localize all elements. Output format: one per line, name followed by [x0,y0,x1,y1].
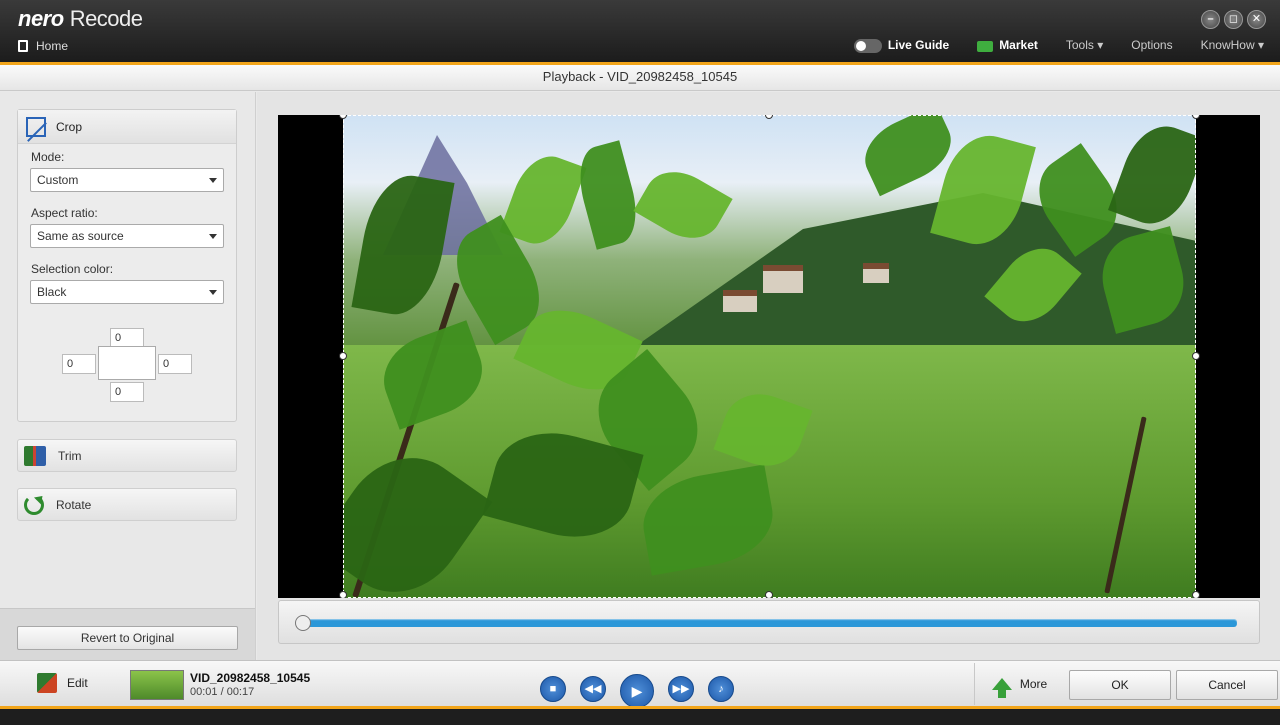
video-thumbnail [130,670,184,700]
edit-button[interactable]: Edit [37,673,88,693]
chevron-down-icon [209,234,217,239]
volume-icon[interactable]: ♪ [708,676,734,702]
crop-handle[interactable] [1192,591,1200,598]
chevron-down-icon [209,178,217,183]
home-label: Home [36,39,69,53]
close-icon[interactable]: ✕ [1247,10,1266,29]
toggle-icon [853,38,882,53]
revert-to-original-button[interactable]: Revert to Original [17,626,238,650]
aspect-ratio-select[interactable]: Same as source [30,224,224,248]
more-button[interactable]: More [974,663,1064,705]
market-button[interactable]: Market [977,38,1038,52]
crop-preview-box [98,346,156,380]
mode-label: Mode: [31,150,65,164]
nero-recode-window: nero Recode Home – ◻ ✕ Live Guide Market … [0,0,1280,725]
trim-button[interactable]: Trim [17,439,237,472]
revert-area: Revert to Original [0,608,255,660]
market-label: Market [999,38,1038,53]
more-label: More [1019,677,1048,691]
title-bar: nero Recode Home – ◻ ✕ Live Guide Market … [0,0,1280,62]
crop-header[interactable]: Crop [18,110,236,144]
window-controls: – ◻ ✕ [1201,10,1266,29]
bottom-bar: Edit VID_20982458_10545 00:01 / 00:17 ■ … [0,660,1280,708]
trim-icon [24,445,46,466]
app-logo: nero Recode [18,6,143,32]
playback-controls: ■ ◀◀ ▶ ▶▶ ♪ [540,670,734,708]
crop-title: Crop [56,119,83,134]
crop-handle[interactable] [339,591,347,598]
file-name: VID_20982458_10545 [190,671,311,685]
cart-icon [977,40,994,52]
tools-menu[interactable]: Tools ▾ [1066,38,1103,52]
preview-area [257,92,1280,660]
crop-handle[interactable] [1192,352,1200,360]
rotate-icon [24,494,44,515]
selection-color-label: Selection color: [31,262,114,276]
rotate-button[interactable]: Rotate [17,488,237,521]
live-guide-toggle[interactable]: Live Guide [853,38,950,53]
home-link[interactable]: Home [18,39,68,53]
selection-color-value: Black [37,285,67,299]
aspect-ratio-value: Same as source [37,229,124,243]
minimize-icon[interactable]: – [1201,10,1220,29]
ok-button[interactable]: OK [1069,670,1171,700]
crop-section: Crop Mode: Custom Aspect ratio: Same as … [17,109,237,422]
edit-tools-panel: Crop Mode: Custom Aspect ratio: Same as … [0,92,256,660]
product-name: Recode [69,6,143,31]
file-info: VID_20982458_10545 00:01 / 00:17 [190,671,310,699]
knowhow-menu[interactable]: KnowHow ▾ [1201,38,1264,52]
crop-top-input[interactable]: 0 [110,328,144,348]
timeline [278,600,1260,644]
playback-time: 00:01 / 00:17 [190,686,255,698]
cancel-button[interactable]: Cancel [1176,670,1278,700]
crop-handle[interactable] [765,591,773,598]
playhead-handle[interactable] [295,615,311,631]
bottom-accent [0,706,1280,725]
options-menu[interactable]: Options [1131,38,1172,52]
stop-icon[interactable]: ■ [540,676,566,702]
top-menu: Live Guide Market Tools ▾ Options KnowHo… [853,38,1264,53]
crop-selection-frame[interactable] [343,115,1196,598]
arrow-up-icon [991,678,1012,698]
play-icon[interactable]: ▶ [620,674,654,708]
restore-icon[interactable]: ◻ [1224,10,1243,29]
crop-right-input[interactable]: 0 [158,354,192,374]
crop-handle[interactable] [1192,115,1200,119]
mode-value: Custom [37,173,79,187]
crop-bottom-input[interactable]: 0 [110,382,144,402]
timeline-track[interactable] [303,619,1237,627]
rotate-label: Rotate [56,497,92,512]
crop-handle[interactable] [339,352,347,360]
rewind-icon[interactable]: ◀◀ [580,676,606,702]
fast-forward-icon[interactable]: ▶▶ [668,676,694,702]
selection-color-select[interactable]: Black [30,280,224,304]
home-icon [18,40,28,52]
playback-title: Playback - VID_20982458_10545 [0,65,1280,91]
edit-label: Edit [67,676,88,690]
chevron-down-icon [209,290,217,295]
aspect-ratio-label: Aspect ratio: [31,206,98,220]
crop-left-input[interactable]: 0 [62,354,96,374]
live-guide-label: Live Guide [887,38,950,52]
mode-select[interactable]: Custom [30,168,224,192]
video-preview[interactable] [278,115,1260,598]
edit-icon [37,673,57,693]
trim-label: Trim [58,448,82,463]
crop-icon [26,116,46,137]
brand-name: nero [18,6,64,31]
